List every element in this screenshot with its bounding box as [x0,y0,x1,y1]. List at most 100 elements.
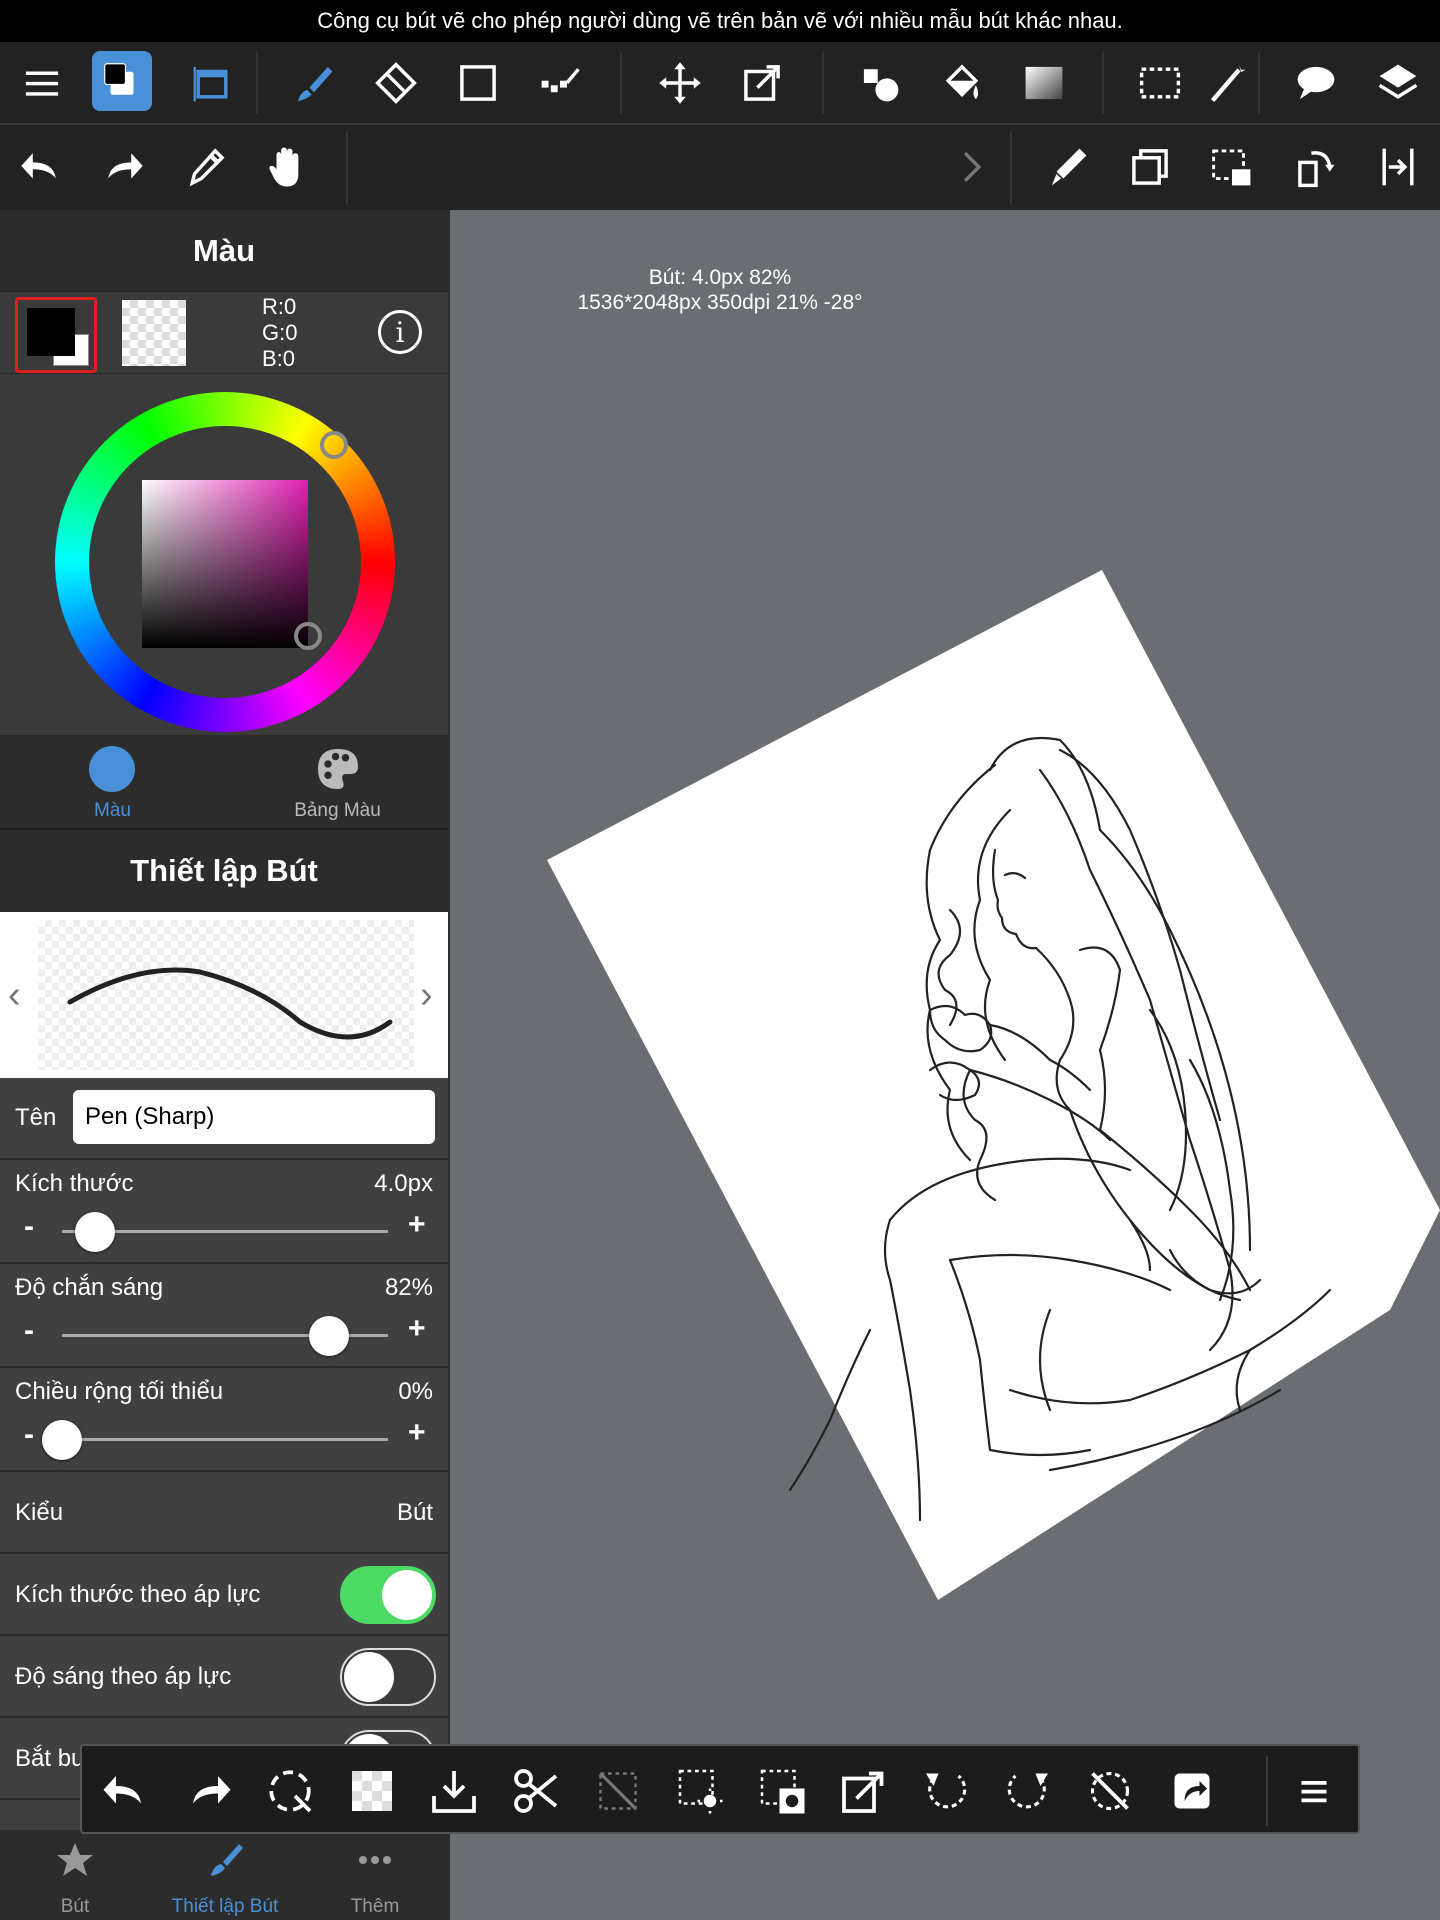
secondary-toolbar: Bút: 4.0px 82% 1536*2048px 350dpi 21% -2… [0,124,1440,314]
foreground-swatch[interactable] [15,297,97,373]
eraser-icon[interactable] [364,51,428,115]
stroke-preview [67,967,393,1040]
background-swatch[interactable] [122,300,186,366]
prev-brush-icon[interactable]: ‹ [8,974,21,1017]
type-label: Kiểu [15,1499,64,1526]
redo-icon[interactable] [90,135,154,199]
tab-brushes[interactable]: Bút [0,1830,150,1920]
next-chevron-icon[interactable] [940,135,1004,199]
min-width-plus-button[interactable]: + [408,1416,426,1450]
g-value: G:0 [262,320,298,345]
flip-icon[interactable] [1366,135,1430,199]
color-tabs: Màu Bảng Màu [0,736,448,830]
size-minus-button[interactable]: - [24,1210,34,1244]
select-icon[interactable] [1128,51,1192,115]
pen-icon[interactable] [1036,135,1100,199]
side-panel: Màu R:0 G:0 B:0 i Màu Bảng Màu Thiết lập… [0,210,450,1920]
rotate-left-icon[interactable] [914,1759,978,1823]
undo-icon[interactable] [94,1759,158,1823]
tab-more[interactable]: Thêm [300,1830,450,1920]
pressure-bright-toggle[interactable] [340,1648,436,1706]
min-width-slider-thumb[interactable] [42,1420,82,1460]
brush-preview: ‹ › [0,912,448,1078]
magic-wand-icon[interactable] [1206,51,1250,115]
drawing-canvas[interactable] [450,210,1440,1920]
sv-knob[interactable] [294,622,322,650]
tab-pen-settings[interactable]: Thiết lập Bút [150,1830,300,1920]
main-toolbar [0,42,1440,159]
dot-icon[interactable] [528,51,592,115]
fill-icon[interactable] [930,51,994,115]
rotate-icon[interactable] [1284,135,1348,199]
brush-name-input[interactable] [73,1090,435,1144]
tab-palette-label: Bảng Màu [294,800,381,821]
layers-icon[interactable] [1366,51,1430,115]
type-row[interactable]: Kiểu Bút [0,1472,448,1554]
name-label: Tên [15,1104,57,1131]
shapes-icon[interactable] [848,51,912,115]
more-icon [359,1856,391,1864]
eyedropper-icon[interactable] [174,135,238,199]
select-fill-icon[interactable] [750,1759,814,1823]
size-label: Kích thước [15,1170,134,1197]
balloon-icon[interactable] [1284,51,1348,115]
pressure-size-toggle[interactable] [340,1566,436,1624]
opacity-label: Độ chắn sáng [15,1274,164,1301]
r-value: R:0 [262,294,297,319]
snap-icon[interactable] [180,51,244,115]
rgb-readout: R:0 G:0 B:0 [262,294,297,372]
rect-icon[interactable] [446,51,510,115]
min-width-minus-button[interactable]: - [24,1418,34,1452]
brush-icon [211,1844,243,1876]
hide-selection-icon[interactable] [586,1759,650,1823]
color-panel-title: Màu [0,210,448,292]
artwork [547,570,1440,1600]
size-slider-thumb[interactable] [74,1212,115,1252]
palette-icon [318,749,358,789]
name-row: Tên [0,1078,448,1160]
min-width-label: Chiều rộng tối thiểu [15,1378,224,1405]
share-icon[interactable] [1160,1759,1224,1823]
rotate-right-icon[interactable] [996,1759,1060,1823]
pen-settings-title: Thiết lập Bút [0,830,448,912]
brush-icon[interactable] [282,51,346,115]
undo-icon[interactable] [10,135,74,199]
redo-icon[interactable] [176,1759,240,1823]
opacity-slider-thumb[interactable] [309,1316,350,1356]
opacity-minus-button[interactable]: - [24,1314,34,1348]
size-plus-button[interactable]: + [408,1208,426,1242]
saturation-value-square[interactable] [142,480,308,648]
hand-icon[interactable] [256,135,320,199]
type-value: Bút [396,1499,433,1526]
menu-icon[interactable] [1282,1759,1346,1823]
color-icon[interactable] [92,51,152,111]
import-icon[interactable] [422,1759,486,1823]
tab-brushes-label: Bút [60,1896,90,1917]
size-value: 4.0px [374,1170,433,1197]
deselect-icon[interactable] [258,1759,322,1823]
min-width-slider[interactable] [62,1438,388,1441]
select-light-icon[interactable] [668,1759,732,1823]
floating-toolbar [80,1744,1360,1834]
opacity-plus-button[interactable]: + [408,1312,426,1346]
menu-icon[interactable] [10,51,74,115]
reset-rotation-icon[interactable] [1078,1759,1142,1823]
info-icon[interactable]: i [378,310,422,354]
color-swatch-row: R:0 G:0 B:0 i [0,292,448,374]
transform-icon[interactable] [832,1759,896,1823]
move-icon[interactable] [648,51,712,115]
select-move-icon[interactable] [1200,135,1264,199]
pressure-bright-row: Độ sáng theo áp lực [0,1636,448,1718]
clear-icon[interactable] [340,1759,404,1823]
size-row: Kích thước 4.0px - + [0,1160,448,1264]
tab-palette[interactable]: Bảng Màu [225,736,448,830]
cut-icon[interactable] [504,1759,568,1823]
gradient-icon[interactable] [1012,51,1076,115]
hue-knob[interactable] [320,431,348,459]
transform-icon[interactable] [730,51,794,115]
min-width-row: Chiều rộng tối thiểu 0% - + [0,1368,448,1472]
copy-layer-icon[interactable] [1118,135,1182,199]
b-value: B:0 [262,346,296,371]
tab-color[interactable]: Màu [0,736,225,830]
next-brush-icon[interactable]: › [420,974,433,1017]
